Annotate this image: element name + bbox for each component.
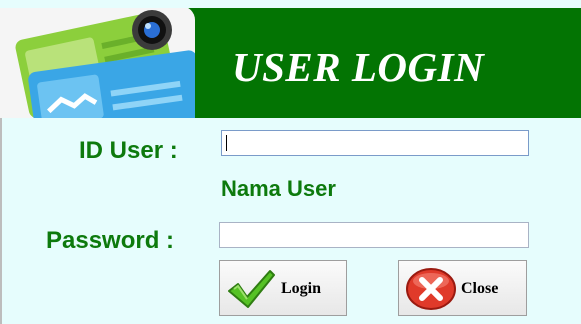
login-button-label: Login bbox=[281, 280, 322, 297]
close-button-label: Close bbox=[461, 280, 499, 297]
login-window: USER LOGIN ID User : Nama User Password … bbox=[0, 0, 581, 324]
close-button[interactable]: Close bbox=[398, 260, 527, 316]
id-user-label: ID User : bbox=[79, 137, 178, 164]
header-banner: USER LOGIN bbox=[0, 8, 581, 118]
nama-user-text: Nama User bbox=[221, 176, 336, 201]
checkmark-icon bbox=[228, 270, 275, 308]
close-icon bbox=[406, 268, 456, 310]
id-user-input[interactable] bbox=[221, 130, 529, 156]
password-input[interactable] bbox=[219, 222, 529, 248]
login-button[interactable]: Login bbox=[219, 260, 347, 316]
id-card-logo-icon bbox=[0, 8, 195, 118]
window-left-border bbox=[0, 118, 2, 324]
password-label: Password : bbox=[46, 227, 175, 254]
text-caret bbox=[226, 135, 227, 151]
page-title: USER LOGIN bbox=[232, 44, 485, 90]
